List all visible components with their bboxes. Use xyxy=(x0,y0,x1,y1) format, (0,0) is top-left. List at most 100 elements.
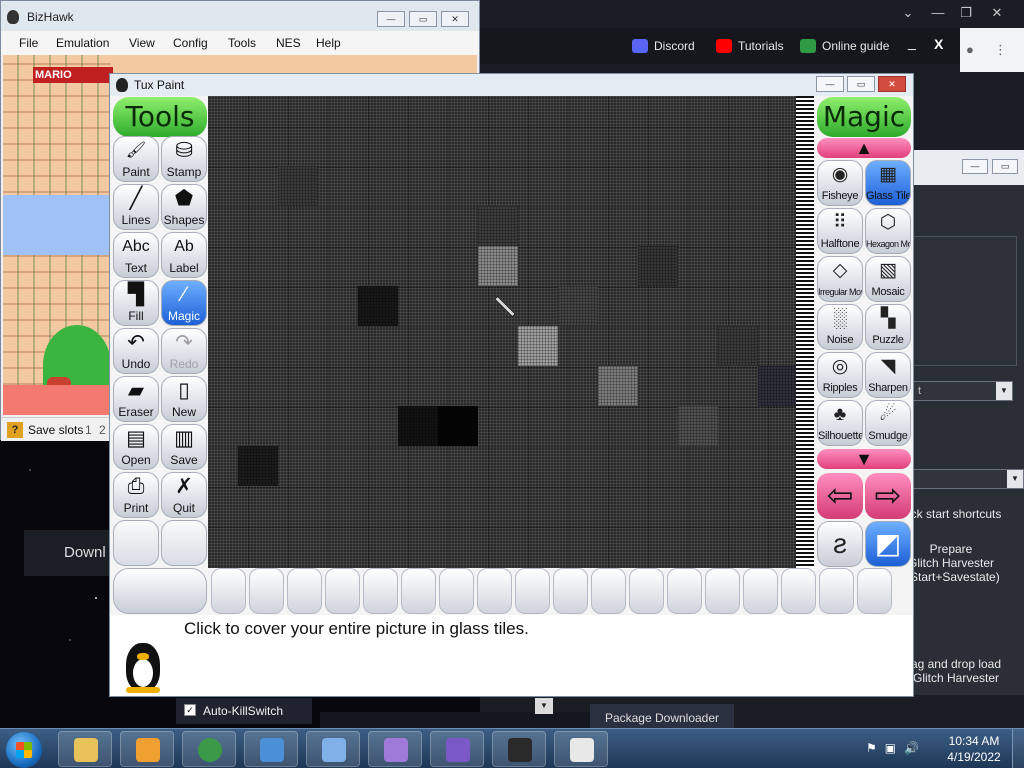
palette-big-slot[interactable] xyxy=(113,568,207,614)
menu-config[interactable]: Config xyxy=(173,36,208,50)
previous-option-button[interactable]: ⇦ xyxy=(817,473,863,519)
maximize-icon[interactable]: ▭ xyxy=(847,76,875,92)
palette-slot[interactable] xyxy=(743,568,778,614)
tool-paint-button[interactable]: 🖌 Paint xyxy=(113,136,159,182)
taskbar-app-button[interactable] xyxy=(120,731,174,767)
side-panel-dropdown-2[interactable]: ▼ xyxy=(913,469,1024,489)
taskbar-clock[interactable]: 10:34 AM 4/19/2022 xyxy=(944,733,1004,765)
flag-icon[interactable]: ⚑ xyxy=(866,741,877,755)
palette-slot[interactable] xyxy=(515,568,550,614)
auto-killswitch-checkbox[interactable]: ✓ Auto-KillSwitch xyxy=(176,698,312,724)
menu-help[interactable]: Help xyxy=(316,36,341,50)
magic-scroll-up-button[interactable]: ▲ xyxy=(817,138,911,158)
taskbar-app-button[interactable] xyxy=(430,731,484,767)
palette-slot[interactable] xyxy=(781,568,816,614)
side-panel-listbox[interactable] xyxy=(913,236,1017,366)
tool-quit-button[interactable]: ✗ Quit xyxy=(161,472,207,518)
menu-nes[interactable]: NES xyxy=(276,36,301,50)
magic-noise-button[interactable]: ░ Noise xyxy=(817,304,863,350)
next-option-button[interactable]: ⇨ xyxy=(865,473,911,519)
palette-slot[interactable] xyxy=(705,568,740,614)
close-icon[interactable]: ✕ xyxy=(878,76,906,92)
tool-fill-button[interactable]: ▜ Fill xyxy=(113,280,159,326)
warning-icon[interactable]: ? xyxy=(7,422,23,438)
magic-hexagon-mosaic-button[interactable]: ⬡ Hexagon Mosaic xyxy=(865,208,911,254)
restore-icon[interactable]: ❐ xyxy=(954,4,978,22)
maximize-icon[interactable]: ▭ xyxy=(409,11,437,27)
magic-fisheye-button[interactable]: ◉ Fisheye xyxy=(817,160,863,206)
close-icon[interactable]: ✕ xyxy=(985,4,1009,22)
download-card[interactable]: Downl xyxy=(24,530,114,576)
palette-slot[interactable] xyxy=(629,568,664,614)
tool-save-button[interactable]: ▥ Save xyxy=(161,424,207,470)
package-downloader-button[interactable]: Package Downloader xyxy=(590,704,734,730)
taskbar-app-button[interactable] xyxy=(368,731,422,767)
minimize-icon[interactable]: — xyxy=(926,4,950,22)
palette-slot[interactable] xyxy=(667,568,702,614)
magic-sharpen-button[interactable]: ◥ Sharpen xyxy=(865,352,911,398)
palette-slot[interactable] xyxy=(325,568,360,614)
close-icon[interactable]: ✕ xyxy=(441,11,469,27)
palette-slot[interactable] xyxy=(477,568,512,614)
palette-slot[interactable] xyxy=(287,568,322,614)
palette-slot[interactable] xyxy=(439,568,474,614)
user-icon[interactable]: ● xyxy=(966,42,974,57)
prepare-glitch-harvester-button[interactable]: Prepare Glitch Harvester (Start+Savestat… xyxy=(906,542,1000,584)
magic-mosaic-button[interactable]: ▧ Mosaic xyxy=(865,256,911,302)
palette-slot[interactable] xyxy=(249,568,284,614)
magic-scroll-down-button[interactable]: ▼ xyxy=(817,449,911,469)
tool-shapes-button[interactable]: ⬟ Shapes xyxy=(161,184,207,230)
tool-text-button[interactable]: Abc Text xyxy=(113,232,159,278)
taskbar-app-button[interactable] xyxy=(58,731,112,767)
magic-irregular-mosaic-button[interactable]: ◇ Irregular Mosaic xyxy=(817,256,863,302)
magic-glass-tile-button[interactable]: ▦ Glass Tile xyxy=(865,160,911,206)
drag-drop-load-area[interactable]: ag and drop load Glitch Harvester xyxy=(906,657,1006,685)
palette-slot[interactable] xyxy=(211,568,246,614)
start-button[interactable] xyxy=(6,732,42,768)
taskbar-app-button[interactable] xyxy=(182,731,236,767)
save-slot-1[interactable]: 1 xyxy=(85,423,92,437)
palette-slot[interactable] xyxy=(553,568,588,614)
tool-label-button[interactable]: Ab Label xyxy=(161,232,207,278)
chevron-down-icon[interactable]: ⌄ xyxy=(896,4,920,22)
magic-halftone-button[interactable]: ⠿ Halftone xyxy=(817,208,863,254)
tool-undo-button[interactable]: ↶ Undo xyxy=(113,328,159,374)
menu-file[interactable]: File xyxy=(19,36,38,50)
magic-puzzle-button[interactable]: ▚ Puzzle xyxy=(865,304,911,350)
taskbar-app-button[interactable] xyxy=(306,731,360,767)
magic-mode-paint-button[interactable]: ƨ xyxy=(817,521,863,567)
minimize-icon[interactable]: — xyxy=(962,159,988,174)
tool-print-button[interactable]: ⎙ Print xyxy=(113,472,159,518)
tool-open-button[interactable]: ▤ Open xyxy=(113,424,159,470)
palette-slot[interactable] xyxy=(591,568,626,614)
menu-tools[interactable]: Tools xyxy=(228,36,256,50)
network-icon[interactable]: ▣ xyxy=(885,741,896,755)
discord-button[interactable]: Discord xyxy=(632,34,695,58)
more-menu-icon[interactable]: ⋮ xyxy=(994,42,1007,58)
chevron-down-icon[interactable]: ▼ xyxy=(535,698,553,714)
magic-smudge-button[interactable]: ☄ Smudge xyxy=(865,400,911,446)
magic-mode-fullscreen-button[interactable]: ◩ xyxy=(865,521,911,567)
tutorials-button[interactable]: Tutorials xyxy=(716,34,784,58)
speaker-icon[interactable]: 🔊 xyxy=(904,741,919,755)
minimize-icon[interactable]: — xyxy=(377,11,405,27)
palette-slot[interactable] xyxy=(401,568,436,614)
palette-slot[interactable] xyxy=(819,568,854,614)
tool-lines-button[interactable]: ╱ Lines xyxy=(113,184,159,230)
menu-view[interactable]: View xyxy=(129,36,155,50)
drawing-canvas[interactable] xyxy=(208,96,814,568)
online-guide-button[interactable]: Online guide xyxy=(800,34,889,58)
magic-silhouette-button[interactable]: ♣ Silhouette xyxy=(817,400,863,446)
launcher-close-button[interactable]: X xyxy=(934,36,943,52)
magic-ripples-button[interactable]: ◎ Ripples xyxy=(817,352,863,398)
taskbar-app-button[interactable] xyxy=(244,731,298,767)
side-panel-dropdown[interactable]: t ▼ xyxy=(913,381,1013,401)
palette-slot[interactable] xyxy=(857,568,892,614)
minimize-icon[interactable]: — xyxy=(816,76,844,92)
taskbar-app-button[interactable] xyxy=(492,731,546,767)
tool-eraser-button[interactable]: ▰ Eraser xyxy=(113,376,159,422)
tool-stamp-button[interactable]: ⛁ Stamp xyxy=(161,136,207,182)
launcher-minimize-button[interactable]: _ xyxy=(908,34,916,50)
save-slot-2[interactable]: 2 xyxy=(99,423,106,437)
taskbar-app-button[interactable] xyxy=(554,731,608,767)
